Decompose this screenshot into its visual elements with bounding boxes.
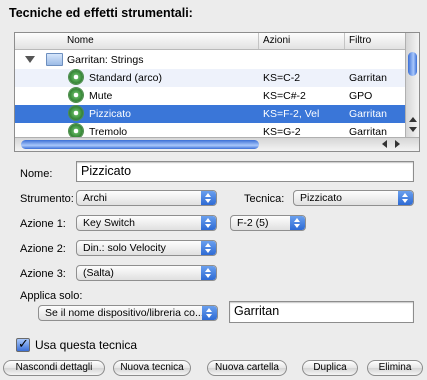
row-action: KS=C-2 [263,72,301,84]
action1-value: Key Switch [83,217,135,229]
vertical-scrollbar[interactable] [405,33,419,137]
apply-only-text-field[interactable]: Garritan [229,301,414,323]
popup-arrows-icon [201,241,216,255]
use-technique-checkbox[interactable] [16,336,30,352]
popup-arrows-icon [290,216,305,230]
popup-arrows-icon [202,306,217,320]
action2-popup[interactable]: Din.: solo Velocity [76,240,217,256]
action1-param-value: F-2 (5) [237,217,269,229]
column-separator [344,33,345,49]
row-filter: Garritan [349,108,387,120]
apply-only-popup[interactable]: Se il nome dispositivo/libreria co... [38,305,218,321]
row-name: Standard (arco) [89,72,162,84]
name-field[interactable]: Pizzicato [76,161,414,182]
action3-popup[interactable]: (Salta) [76,265,217,281]
column-separator [258,33,259,49]
row-name: Pizzicato [89,108,132,120]
scroll-left-arrow-icon[interactable] [382,140,387,148]
duplicate-button[interactable]: Duplica [302,360,358,376]
row-action: KS=C#-2 [263,90,306,102]
popup-arrows-icon [201,191,216,205]
table-header: Nome Azioni Filtro [15,33,405,50]
column-header-filter[interactable]: Filtro [349,35,371,46]
gear-icon [69,70,83,84]
action3-value: (Salta) [83,267,114,279]
name-label: Nome: [20,168,53,180]
action3-label: Azione 3: [20,268,66,280]
apply-only-value: Se il nome dispositivo/libreria co... [45,307,204,319]
folder-icon [46,53,63,66]
scroll-right-arrow-icon[interactable] [395,140,400,148]
technique-popup[interactable]: Pizzicato [293,190,414,206]
column-header-name[interactable]: Nome [67,35,94,46]
new-technique-button[interactable]: Nuova tecnica [113,360,191,376]
technique-value: Pizzicato [300,192,343,204]
action1-label: Azione 1: [20,218,66,230]
row-filter: Garritan [349,72,387,84]
disclosure-triangle-icon[interactable] [25,56,35,63]
delete-button[interactable]: Elimina [367,360,423,376]
gear-icon [69,106,83,120]
row-filter: GPO [349,90,373,102]
scroll-up-arrow-icon[interactable] [409,117,417,122]
action1-popup[interactable]: Key Switch [76,215,217,231]
row-name: Mute [89,90,113,102]
scroll-down-arrow-icon[interactable] [409,127,417,132]
use-technique-label: Usa questa tecnica [35,338,138,352]
action2-label: Azione 2: [20,243,66,255]
instrument-value: Archi [83,192,107,204]
gear-icon [69,124,83,138]
row-action: KS=F-2, Vel [263,108,320,120]
instrument-popup[interactable]: Archi [76,190,217,206]
instrument-label: Strumento: [20,193,74,205]
section-title: Tecniche ed effetti strumentali: [9,6,193,20]
new-folder-button[interactable]: Nuova cartella [207,360,287,376]
table-group-row[interactable]: Garritan: Strings [15,51,405,69]
technique-label: Tecnica: [244,193,285,205]
apply-only-label: Applica solo: [20,290,83,302]
table-row[interactable]: Mute KS=C#-2 GPO [15,87,405,105]
techniques-table[interactable]: Nome Azioni Filtro Garritan: Strings Sta… [14,32,420,152]
vertical-scroll-thumb[interactable] [408,52,417,76]
popup-arrows-icon [201,216,216,230]
table-row-selected[interactable]: Pizzicato KS=F-2, Vel Garritan [15,105,405,123]
action2-value: Din.: solo Velocity [83,242,166,254]
gear-icon [69,88,83,102]
horizontal-scrollbar[interactable] [15,137,419,151]
group-label: Garritan: Strings [67,54,144,66]
action1-param-popup[interactable]: F-2 (5) [230,215,306,231]
horizontal-scroll-thumb[interactable] [21,140,259,149]
hide-details-button[interactable]: Nascondi dettagli [3,360,105,376]
popup-arrows-icon [398,191,413,205]
popup-arrows-icon [201,266,216,280]
table-row[interactable]: Standard (arco) KS=C-2 Garritan [15,69,405,87]
column-header-actions[interactable]: Azioni [263,35,290,46]
